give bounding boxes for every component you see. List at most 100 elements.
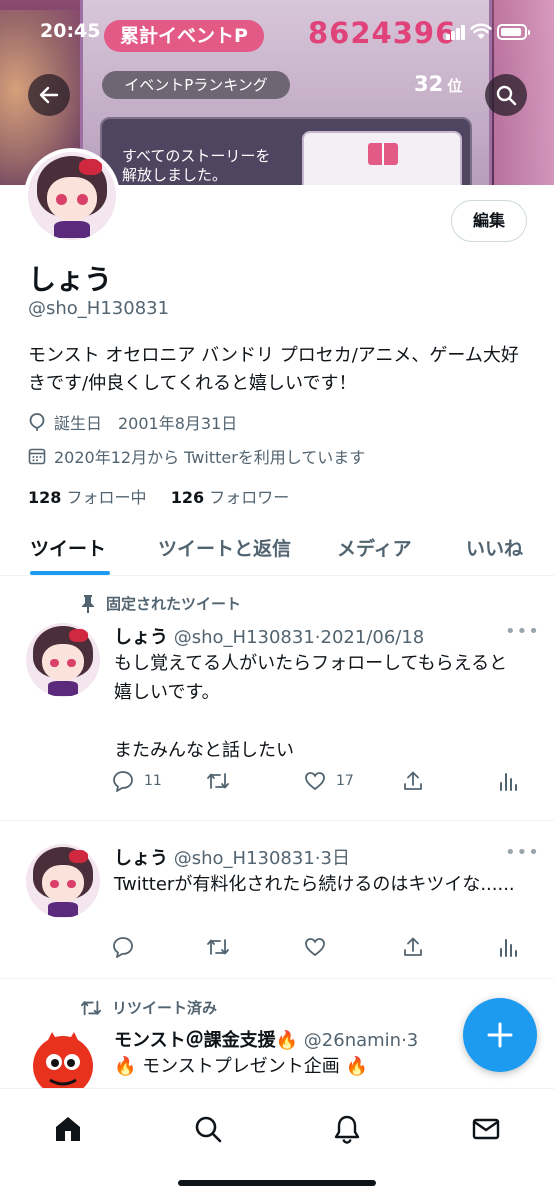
tweet-actions: 11 17 [112, 770, 522, 796]
rank-unit: 位 [447, 77, 463, 95]
back-arrow-icon [39, 86, 59, 104]
profile-avatar[interactable] [24, 148, 120, 244]
retweet-button[interactable] [206, 770, 240, 792]
tweet-author-name[interactable]: モンスト＠課金支援🔥 [114, 1030, 298, 1051]
tweet-text: 🔥 モンストプレゼント企画 🔥 [114, 1056, 368, 1077]
tweet-header: しょう @sho_H130831·2021/06/18 [114, 623, 424, 649]
more-options-icon[interactable]: ••• [505, 842, 540, 863]
status-bar: 20:45 [0, 0, 554, 58]
like-count: 17 [336, 773, 354, 789]
search-icon [195, 1116, 222, 1143]
wifi-icon [470, 23, 492, 39]
share-button[interactable] [402, 936, 424, 958]
tweet-handle-time: @sho_H130831·2021/06/18 [173, 627, 425, 648]
rank-value: 32 位 [414, 72, 462, 96]
analytics-icon [500, 773, 517, 791]
nav-home[interactable] [48, 1109, 88, 1149]
reply-count: 11 [144, 773, 162, 789]
retweet-icon [207, 939, 229, 955]
pinned-context: 固定されたツイート [80, 593, 241, 614]
rank-number: 32 [414, 72, 444, 96]
compose-icon [487, 1022, 513, 1048]
tweet-handle-time: @sho_H130831·3日 [173, 848, 350, 869]
share-icon [404, 771, 422, 790]
following-label: フォロー中 [66, 488, 147, 507]
nav-notifications[interactable] [327, 1109, 367, 1149]
tweet-text: もし覚えてる人がいたらフォローしてもらえると嬉しいです。 またみんなと話したい [114, 653, 508, 761]
battery-icon [497, 24, 530, 40]
followers-link[interactable]: 126 フォロワー [171, 488, 290, 507]
back-button[interactable] [28, 74, 70, 116]
joined-text: 2020年12月から Twitterを利用しています [54, 448, 366, 467]
profile-bio: モンスト オセロニア バンドリ プロセカ/アニメ、ゲーム大好きです/仲良くしてく… [28, 345, 519, 394]
retweet-context: リツイート済み [80, 997, 217, 1018]
like-button[interactable]: 17 [304, 770, 354, 792]
event-story-button [302, 131, 462, 185]
status-time: 20:45 [40, 20, 101, 42]
reply-icon [113, 937, 133, 958]
home-icon [56, 1117, 80, 1141]
tweet-text: Twitterが有料化されたら続けるのはキツイな...... [114, 874, 515, 895]
tweet-card[interactable]: しょう @sho_H130831·3日 ••• Twitterが有料化されたら続… [0, 822, 554, 979]
story-text: すべてのストーリーを 解放しました。 [122, 147, 270, 185]
home-indicator [178, 1180, 376, 1186]
follow-stats: 128 フォロー中 126 フォロワー [28, 484, 289, 508]
followers-label: フォロワー [209, 488, 290, 507]
edit-profile-button[interactable]: 編集 [451, 200, 527, 242]
search-button[interactable] [485, 74, 527, 116]
tweet-card[interactable]: 固定されたツイート しょう @sho_H130831·2021/06/18 ••… [0, 577, 554, 821]
analytics-button[interactable] [498, 770, 518, 792]
nav-search[interactable] [188, 1109, 228, 1149]
story-box: すべてのストーリーを 解放しました。 [100, 117, 472, 185]
like-icon [305, 772, 325, 791]
avatar-image [33, 1032, 93, 1088]
share-button[interactable] [402, 770, 424, 792]
compose-button[interactable] [463, 998, 537, 1072]
retweet-button[interactable] [206, 936, 240, 958]
profile-handle: @sho_H130831 [28, 298, 170, 319]
tab-tweets-replies[interactable]: ツイートと返信 [158, 534, 291, 561]
birthday-row: 誕生日 2001年8月31日 [28, 410, 237, 434]
like-icon [305, 938, 325, 957]
reply-button[interactable]: 11 [112, 770, 162, 792]
more-options-icon[interactable]: ••• [505, 621, 540, 642]
joined-row: 2020年12月から Twitterを利用しています [28, 444, 365, 468]
tweet-author-name[interactable]: しょう [114, 848, 168, 869]
avatar-image [28, 152, 116, 240]
active-tab-indicator [30, 571, 110, 575]
avatar-image [26, 623, 100, 697]
tweet-header: しょう @sho_H130831·3日 [114, 844, 350, 870]
profile-tabs: ツイート ツイートと返信 メディア いいね [0, 522, 554, 576]
retweet-icon [207, 773, 229, 789]
tab-likes[interactable]: いいね [466, 534, 523, 561]
notifications-icon [334, 1115, 360, 1144]
story-text-line1: すべてのストーリーを [122, 147, 271, 165]
tweet-avatar[interactable] [26, 1026, 100, 1088]
tweet-author-name[interactable]: しょう [114, 627, 168, 648]
share-icon [404, 937, 422, 956]
pinned-label: 固定されたツイート [106, 595, 242, 613]
pin-icon [82, 594, 94, 613]
ranking-label: イベントPランキング [102, 71, 290, 99]
following-count: 128 [28, 488, 62, 507]
following-link[interactable]: 128 フォロー中 [28, 488, 147, 507]
reply-button[interactable] [112, 936, 144, 958]
search-icon [496, 85, 517, 106]
tweet-handle-time: @26namin·3 [303, 1030, 419, 1051]
reply-icon [113, 771, 133, 792]
tweet-avatar[interactable] [26, 844, 100, 918]
tab-media[interactable]: メディア [337, 534, 412, 561]
messages-icon [472, 1118, 500, 1140]
followers-count: 126 [170, 488, 205, 507]
tweet-actions [112, 936, 522, 962]
story-text-line2: 解放しました。 [122, 166, 228, 184]
analytics-button[interactable] [498, 936, 518, 958]
nav-messages[interactable] [466, 1109, 506, 1149]
cellular-signal-icon [446, 24, 466, 40]
tweet-header: モンスト＠課金支援🔥 @26namin·3 [114, 1026, 418, 1052]
tab-tweets[interactable]: ツイート [30, 534, 106, 561]
like-button[interactable] [304, 936, 336, 958]
analytics-icon [500, 939, 517, 957]
tweet-avatar[interactable] [26, 623, 100, 697]
profile-name: しょう [28, 263, 113, 296]
